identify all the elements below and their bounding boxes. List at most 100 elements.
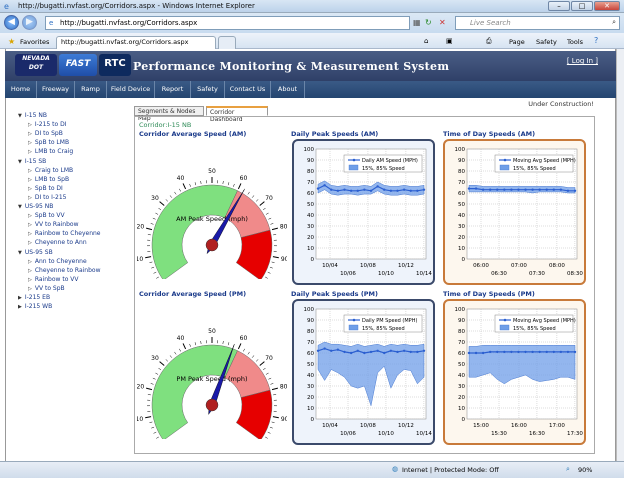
menu-item-about[interactable]: About (271, 81, 305, 98)
tree-segment[interactable]: ▷ VV to SpB (28, 285, 65, 292)
x-tick-label: 10/06 (340, 431, 356, 437)
tools-menu[interactable]: Tools (567, 38, 583, 46)
stop-icon[interactable]: ✕ (439, 18, 446, 27)
y-tick-label: 80 (307, 169, 314, 175)
page-menu[interactable]: Page (509, 38, 525, 46)
gauge-tick (200, 180, 202, 185)
tree-corridor[interactable]: ▼ I-15 NB (18, 112, 47, 119)
feeds-icon[interactable]: ▣ (446, 37, 453, 45)
gauge-tick-label: 80 (280, 224, 287, 231)
y-tick-label: 50 (458, 362, 465, 368)
safety-menu[interactable]: Safety (536, 38, 557, 46)
fast-logo: FAST (59, 54, 97, 76)
expand-down-icon[interactable]: ▼ (18, 204, 22, 210)
tree-segment[interactable]: ▷ DI to I-215 (28, 194, 66, 201)
tree-segment[interactable]: ▷ Cheyenne to Ann (28, 239, 87, 246)
tree-segment[interactable]: ▷ Rainbow to VV (28, 276, 78, 283)
speed-point (489, 188, 492, 191)
favorites-label[interactable]: Favorites (20, 38, 49, 46)
tree-corridor[interactable]: ▼ US-95 SB (18, 249, 53, 256)
expand-right-icon[interactable]: ▶ (18, 295, 22, 301)
expand-down-icon[interactable]: ▼ (18, 159, 22, 165)
y-tick-label: 90 (458, 158, 465, 164)
favorites-star-icon[interactable]: ★ (8, 37, 15, 46)
expand-down-icon[interactable]: ▼ (18, 250, 22, 256)
y-tick-label: 30 (307, 224, 314, 230)
tree-segment[interactable]: ▷ LMB to Craig (28, 148, 73, 155)
gauge-tick (233, 183, 235, 187)
zoom-icon[interactable]: ⌕ (566, 465, 570, 474)
home-icon[interactable]: ⌂ (424, 37, 428, 45)
search-input[interactable]: Live Search ⌕ (455, 16, 620, 30)
menu-item-freeway[interactable]: Freeway (37, 81, 75, 98)
zoom-level[interactable]: 90% (578, 466, 592, 474)
menu-item-contact-us[interactable]: Contact Us (225, 81, 271, 98)
gauge-tick (222, 180, 224, 185)
forward-button[interactable]: ▶ (22, 15, 37, 30)
vertical-scrollbar[interactable] (616, 49, 624, 461)
speed-point (474, 351, 478, 355)
speed-point (349, 189, 353, 192)
maximize-button[interactable]: □ (571, 1, 593, 11)
menu-item-field-device[interactable]: Field Device (107, 81, 155, 98)
menu-item-safety[interactable]: Safety (191, 81, 225, 98)
speed-point (396, 350, 399, 354)
gauge-tick (271, 261, 275, 263)
browser-tab[interactable]: http://bugatti.nvfast.org/Corridors.aspx (56, 36, 216, 49)
gauge-tick-label: 10 (137, 416, 143, 423)
gauge-tick (270, 223, 274, 225)
tree-segment[interactable]: ▷ SpB to DI (28, 185, 63, 192)
tree-corridor[interactable]: ▶ I-215 WB (18, 303, 52, 310)
print-icon[interactable]: ⎙ (486, 37, 492, 46)
tree-segment[interactable]: ▷ Ann to Cheyenne (28, 258, 87, 265)
speed-point (409, 189, 412, 192)
back-button[interactable]: ◀ (4, 15, 19, 30)
close-window-button[interactable]: ✕ (594, 1, 620, 11)
gauge-tick (265, 436, 268, 439)
gauge-tick-label: 20 (137, 384, 144, 391)
tree-segment[interactable]: ▷ I-215 to DI (28, 121, 66, 128)
pm-gauge-title: Corridor Average Speed (PM) (139, 290, 247, 298)
pm-daily-title: Daily Peak Speeds (PM) (291, 290, 378, 298)
tree-corridor[interactable]: ▼ US-95 NB (18, 203, 53, 210)
gauge-tick (182, 183, 187, 190)
tree-segment[interactable]: ▷ LMB to SpB (28, 176, 69, 183)
tree-segment[interactable]: ▷ SpB to LMB (28, 139, 69, 146)
legend-label: Daily PM Speed (MPH) (362, 318, 417, 324)
tree-segment[interactable]: ▷ VV to Rainbow (28, 221, 78, 228)
login-link[interactable]: [ Log In ] (567, 57, 598, 65)
search-icon[interactable]: ⌕ (612, 18, 616, 27)
tab-segments-nodes-map[interactable]: Segments & Nodes Map (134, 106, 204, 122)
expand-right-icon[interactable]: ▶ (18, 304, 22, 310)
tree-segment[interactable]: ▷ SpB to VV (28, 212, 65, 219)
x-tick-label: 10/12 (398, 423, 414, 429)
expand-down-icon[interactable]: ▼ (18, 113, 22, 119)
gauge-tick (149, 261, 153, 263)
compat-icon[interactable]: ▦ (413, 18, 421, 27)
help-icon[interactable]: ? (594, 36, 598, 45)
tree-segment[interactable]: ▷ Craig to LMB (28, 167, 73, 174)
y-tick-label: 100 (304, 307, 315, 313)
segment-arrow-icon: ▷ (28, 213, 32, 220)
url-input[interactable]: e http://bugatti.nvfast.org/Corridors.as… (45, 16, 410, 30)
tree-segment[interactable]: ▷ Cheyenne to Rainbow (28, 267, 101, 274)
menu-item-ramp[interactable]: Ramp (75, 81, 107, 98)
tree-segment[interactable]: ▷ DI to SpB (28, 130, 63, 137)
tree-segment[interactable]: ▷ Rainbow to Cheyenne (28, 230, 101, 237)
tree-corridor[interactable]: ▶ I-215 EB (18, 294, 50, 301)
minimize-button[interactable]: – (548, 1, 570, 11)
menu-item-home[interactable]: Home (5, 81, 37, 98)
gauge-tick (165, 199, 169, 202)
speed-point (402, 188, 406, 191)
status-text: Internet | Protected Mode: Off (402, 466, 499, 474)
gauge-tick (174, 191, 177, 195)
refresh-icon[interactable]: ↻ (425, 18, 432, 27)
speed-point (510, 350, 513, 354)
speed-point (545, 350, 548, 354)
tab-corridor-dashboard[interactable]: Corridor Dashboard (206, 106, 268, 123)
x-tick-label: 08:00 (549, 263, 565, 269)
menu-item-report[interactable]: Report (155, 81, 191, 98)
new-tab-button[interactable] (218, 36, 236, 49)
tree-corridor[interactable]: ▼ I-15 SB (18, 158, 46, 165)
y-tick-label: 50 (458, 202, 465, 208)
